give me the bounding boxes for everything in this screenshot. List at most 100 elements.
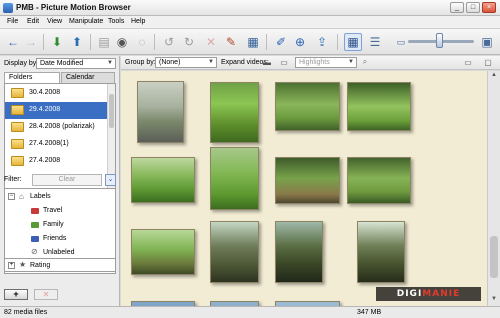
globe-icon[interactable]: ◌ — [133, 33, 151, 51]
filter-label: Filter: — [4, 176, 22, 183]
label-color-icon — [31, 208, 39, 214]
rotate-right-icon[interactable]: ↻ — [180, 33, 198, 51]
display-by-dropdown[interactable]: Date Modified ▼ — [36, 58, 116, 69]
app-icon — [3, 3, 13, 13]
storage-size: 347 MB — [357, 309, 382, 316]
label-item[interactable]: Family — [31, 219, 111, 231]
label-actions: + ✕ — [4, 289, 116, 301]
forward-icon[interactable]: → — [22, 33, 40, 51]
search-icon[interactable]: ⌕ — [359, 56, 371, 68]
photo-thumbnail[interactable] — [131, 157, 195, 203]
minimize-button[interactable]: _ — [450, 2, 464, 13]
menu-manipulate[interactable]: Manipulate — [69, 18, 103, 25]
chevron-down-icon: ▼ — [348, 59, 354, 65]
layout-full-icon[interactable]: ▢ — [481, 56, 495, 68]
display-by-value: Date Modified — [40, 60, 84, 67]
folder-item[interactable]: 30.4.2008 — [5, 85, 108, 102]
folder-icon — [11, 156, 24, 166]
rating-row[interactable]: + ★ Rating — [4, 258, 116, 272]
zoom-slider-thumb[interactable] — [436, 33, 443, 48]
unlabeled-icon: ⊘ — [31, 247, 38, 256]
delete-icon[interactable]: ✕ — [202, 33, 220, 51]
edit-pencil-icon[interactable]: ✐ — [272, 33, 290, 51]
folder-item[interactable]: 28.4.2008 (polarizak) — [5, 119, 108, 136]
label-item[interactable]: Friends — [31, 233, 111, 245]
share-icon[interactable]: ⇪ — [313, 33, 331, 51]
thumbnail-view-icon[interactable]: ▦ — [344, 33, 362, 51]
rotate-left-icon[interactable]: ↺ — [160, 33, 178, 51]
filter-bar: Filter: Clear ⌄ — [4, 174, 116, 187]
maximize-button[interactable]: □ — [466, 2, 480, 13]
folder-icon — [11, 105, 24, 115]
collapse-videos-icon[interactable]: ▭ — [277, 56, 291, 68]
clear-filter-button[interactable]: Clear — [32, 174, 102, 186]
photo-thumbnail[interactable] — [275, 157, 340, 204]
group-by-dropdown[interactable]: (None) ▼ — [155, 57, 217, 68]
slideshow-icon[interactable]: ▦ — [244, 33, 262, 51]
group-by-label: Group by: — [125, 59, 156, 66]
menu-bar: File Edit View Manipulate Tools Help — [0, 16, 500, 29]
photo-thumbnail[interactable] — [210, 147, 259, 210]
folder-item[interactable]: 27.4.2008(1) — [5, 136, 108, 153]
menu-edit[interactable]: Edit — [27, 18, 39, 25]
chevron-down-icon: ▼ — [107, 60, 113, 66]
thumbnail-grid — [121, 71, 487, 306]
map-icon[interactable]: ⊕ — [291, 33, 309, 51]
window-title: PMB - Picture Motion Browser — [16, 3, 131, 12]
folder-item[interactable]: 27.4.2008 — [5, 153, 108, 170]
display-by-label: Display by: — [4, 60, 39, 67]
grid-scrollbar[interactable]: ▲ ▼ — [487, 71, 500, 306]
star-icon: ★ — [19, 260, 27, 269]
list-view-icon[interactable]: ☰ — [366, 33, 384, 51]
label-color-icon — [31, 236, 39, 242]
label-item[interactable]: Travel — [31, 205, 111, 217]
zoom-in-icon[interactable]: ▣ — [478, 33, 496, 51]
photo-thumbnail[interactable] — [275, 221, 323, 283]
left-panel: Display by: Date Modified ▼ Folders Cale… — [0, 56, 120, 306]
tools-icon[interactable]: ✎ — [222, 33, 240, 51]
labels-group-label: Labels — [30, 193, 51, 200]
back-icon[interactable]: ← — [4, 33, 22, 51]
rating-label: Rating — [30, 262, 51, 269]
viewer-toolbar: Group by: (None) ▼ Expand videos: ▬ ▭ Hi… — [121, 56, 500, 70]
photo-thumbnail[interactable] — [347, 82, 411, 131]
burn-disc-icon[interactable]: ◉ — [113, 33, 131, 51]
chevron-down-icon: ▼ — [208, 59, 214, 65]
expand-videos-icon[interactable]: ▬ — [260, 56, 274, 68]
menu-view[interactable]: View — [47, 18, 62, 25]
photo-thumbnail[interactable] — [357, 221, 405, 283]
labels-group[interactable]: − ⌂ Labels — [8, 191, 108, 203]
folder-icon — [11, 88, 24, 98]
photo-thumbnail[interactable] — [210, 221, 259, 283]
photo-thumbnail[interactable] — [137, 81, 184, 143]
print-icon[interactable]: ▤ — [95, 33, 113, 51]
import-icon[interactable]: ⬇ — [48, 33, 66, 51]
menu-help[interactable]: Help — [131, 18, 145, 25]
collapse-filter-button[interactable]: ⌄ — [105, 174, 116, 186]
photo-thumbnail[interactable] — [275, 82, 340, 131]
tab-calendar[interactable]: Calendar — [61, 72, 115, 83]
layout-single-icon[interactable]: ▭ — [461, 56, 475, 68]
grid-scrollbar-thumb[interactable] — [490, 236, 498, 278]
highlights-dropdown[interactable]: Highlights ▼ — [295, 57, 357, 68]
media-count: 82 media files — [4, 309, 48, 316]
remove-label-button[interactable]: ✕ — [34, 289, 58, 300]
status-bar: 82 media files 347 MB — [0, 306, 500, 318]
tag-icon: ⌂ — [19, 192, 24, 201]
photo-thumbnail[interactable] — [347, 157, 411, 204]
export-icon[interactable]: ⬆ — [68, 33, 86, 51]
photo-thumbnail[interactable] — [131, 229, 195, 275]
expand-icon[interactable]: + — [8, 262, 15, 269]
folder-icon — [11, 122, 24, 132]
folder-item-selected[interactable]: 29.4.2008 — [5, 102, 108, 119]
menu-file[interactable]: File — [7, 18, 18, 25]
close-button[interactable]: × — [482, 2, 496, 13]
label-color-icon — [31, 222, 39, 228]
collapse-icon[interactable]: − — [8, 193, 15, 200]
watermark-logo: DIGIMANIE — [376, 287, 481, 301]
tab-folders[interactable]: Folders — [4, 72, 60, 83]
photo-thumbnail[interactable] — [210, 82, 259, 143]
add-label-button[interactable]: + — [4, 289, 28, 300]
title-bar: PMB - Picture Motion Browser _ □ × — [0, 0, 500, 16]
menu-tools[interactable]: Tools — [108, 18, 124, 25]
